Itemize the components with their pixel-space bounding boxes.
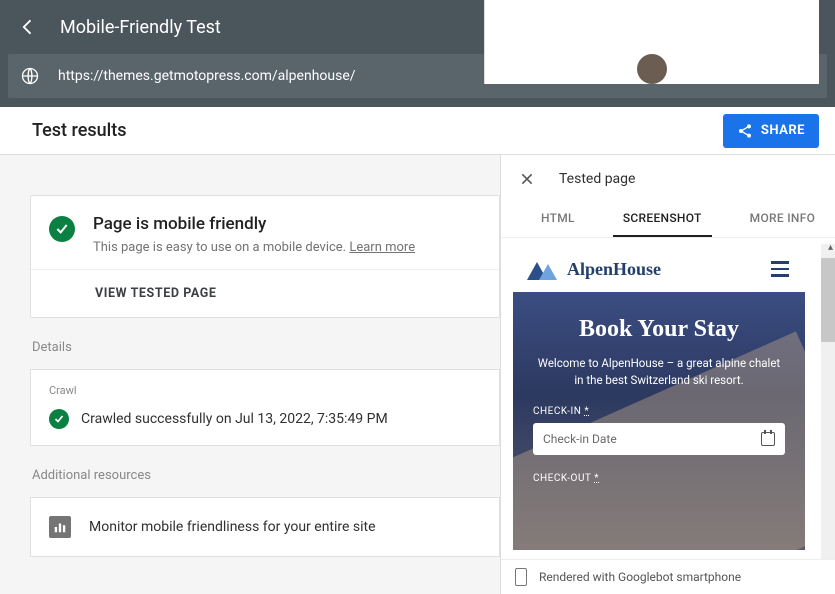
checkmark-icon: [49, 216, 75, 242]
site-brand-name: AlpenHouse: [567, 259, 661, 280]
tested-url[interactable]: https://themes.getmotopress.com/alpenhou…: [58, 68, 793, 84]
checkmark-icon: [49, 409, 69, 429]
globe-icon: [18, 64, 42, 88]
view-tested-page-button[interactable]: VIEW TESTED PAGE: [31, 269, 499, 317]
mobile-preview: AlpenHouse Book Your Stay Welcome to Alp…: [513, 246, 805, 559]
close-icon[interactable]: [517, 169, 537, 189]
status-card: Page is mobile friendly This page is eas…: [30, 195, 500, 318]
bar-chart-icon: [49, 516, 71, 538]
checkin-date-input[interactable]: Check-in Date: [533, 423, 785, 455]
side-panel: Tested page HTML SCREENSHOT MORE INFO Al…: [500, 155, 835, 594]
site-logo[interactable]: AlpenHouse: [527, 258, 661, 280]
learn-more-link[interactable]: Learn more: [349, 240, 415, 255]
scroll-up-arrow-icon[interactable]: ▴: [828, 242, 833, 253]
checkout-label: CHECK-OUT *: [533, 473, 785, 484]
app-header: Mobile-Friendly Test ?: [0, 0, 835, 54]
tab-html[interactable]: HTML: [531, 203, 585, 237]
checkin-label: CHECK-IN *: [533, 406, 785, 417]
hero-title: Book Your Stay: [533, 316, 785, 343]
back-arrow-icon[interactable]: [16, 15, 40, 39]
crawl-status-text: Crawled successfully on Jul 13, 2022, 7:…: [81, 411, 388, 427]
rendered-text: Rendered with Googlebot smartphone: [539, 570, 741, 584]
scrollbar-track[interactable]: ▴: [821, 244, 835, 559]
tab-screenshot[interactable]: SCREENSHOT: [613, 203, 712, 237]
side-tabs: HTML SCREENSHOT MORE INFO: [501, 203, 835, 238]
share-label: SHARE: [761, 123, 805, 138]
apps-grid-icon[interactable]: [640, 12, 664, 36]
crawl-card: Crawl Crawled successfully on Jul 13, 20…: [30, 369, 500, 446]
share-icon: [737, 123, 753, 139]
rendered-footer: Rendered with Googlebot smartphone: [501, 559, 835, 594]
results-title: Test results: [32, 120, 126, 141]
details-label: Details: [32, 340, 500, 355]
share-button[interactable]: SHARE: [723, 114, 819, 148]
app-title: Mobile-Friendly Test: [60, 17, 484, 38]
monitor-text: Monitor mobile friendliness for your ent…: [89, 519, 376, 535]
hamburger-menu-icon[interactable]: [771, 261, 789, 277]
logo-mountains-icon: [527, 258, 557, 280]
tab-more-info[interactable]: MORE INFO: [740, 203, 826, 237]
status-heading: Page is mobile friendly: [93, 214, 415, 234]
additional-resources-label: Additional resources: [32, 468, 500, 483]
calendar-icon: [761, 432, 775, 446]
smartphone-icon: [515, 568, 527, 586]
scrollbar-thumb[interactable]: [821, 258, 835, 342]
results-bar: Test results SHARE: [0, 107, 835, 155]
crawl-heading: Crawl: [49, 384, 481, 397]
reload-icon[interactable]: [793, 64, 817, 88]
hero-subtitle: Welcome to AlpenHouse – a great alpine c…: [533, 355, 785, 388]
additional-resources-card[interactable]: Monitor mobile friendliness for your ent…: [30, 497, 500, 557]
checkin-placeholder: Check-in Date: [543, 432, 617, 446]
status-subtext: This page is easy to use on a mobile dev…: [93, 240, 415, 255]
tested-page-label: Tested page: [559, 171, 635, 187]
